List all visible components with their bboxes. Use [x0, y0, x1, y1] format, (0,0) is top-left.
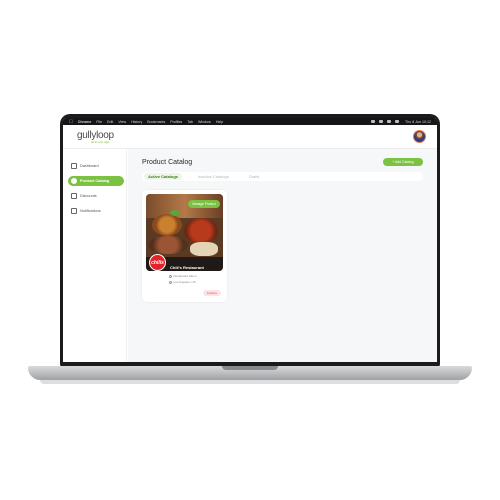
- menubar-item[interactable]: Bookmarks: [147, 120, 165, 124]
- meta-text: Restaurant Menu: [173, 274, 197, 278]
- menubar-status-area: Thu 8 Jun 10:12: [367, 120, 431, 124]
- laptop-shadow: [40, 380, 460, 384]
- sidebar-item-label: Product Catalog: [80, 179, 110, 183]
- grid-icon: [71, 163, 77, 169]
- menu-icon: [169, 274, 172, 278]
- control-center-icon[interactable]: [395, 120, 400, 123]
- menubar-item[interactable]: Edit: [107, 120, 113, 124]
- sidebar-item-discounts[interactable]: Discounts: [68, 191, 124, 201]
- status-badge: Inactive: [203, 290, 221, 296]
- food-image-part: [152, 214, 182, 236]
- tab-active-catalogs[interactable]: Active Catalogs: [144, 173, 183, 180]
- catalog-tabs: Active Catalogs Inactive Catalogs Drafts: [142, 172, 423, 181]
- catalog-meta-location: Los Angeles, US: [169, 280, 196, 284]
- battery-icon[interactable]: [371, 120, 376, 123]
- sidebar-item-label: Dashboard: [80, 164, 99, 168]
- laptop-mockup:  Chrome File Edit View History Bookmark…: [0, 0, 500, 500]
- brand-logo: chilis: [149, 254, 166, 271]
- menubar-item[interactable]: Tab: [187, 120, 193, 124]
- tab-drafts[interactable]: Drafts: [245, 173, 264, 180]
- menubar-item[interactable]: Window: [198, 120, 211, 124]
- laptop-notch: [222, 366, 278, 370]
- sidebar-item-product-catalog[interactable]: Product Catalog: [68, 176, 124, 186]
- menubar-item[interactable]: Profiles: [170, 120, 182, 124]
- apple-icon[interactable]: : [69, 119, 73, 125]
- page-title: Product Catalog: [142, 159, 193, 166]
- sidebar-item-label: Notifications: [80, 209, 101, 213]
- menubar-item[interactable]: View: [118, 120, 126, 124]
- catalog-card[interactable]: Manage Product chilis Chili's Restaurant…: [142, 190, 227, 302]
- catalog-meta-type: Restaurant Menu: [169, 274, 197, 278]
- search-icon[interactable]: [387, 120, 392, 123]
- add-catalog-button[interactable]: + Add Catalog: [383, 158, 423, 166]
- menubar-item[interactable]: Help: [216, 120, 223, 124]
- percent-icon: [71, 193, 77, 199]
- meta-text: Los Angeles, US: [173, 280, 196, 284]
- restaurant-name: Chili's Restaurant: [170, 265, 204, 270]
- sidebar: Dashboard Product Catalog Discounts Noti…: [63, 149, 127, 362]
- app-header: gullyloop all-in-one app: [63, 125, 437, 149]
- menubar-item[interactable]: File: [96, 120, 102, 124]
- menubar-clock: Thu 8 Jun 10:12: [405, 119, 431, 124]
- app-logo[interactable]: gullyloop all-in-one app: [77, 130, 114, 144]
- sidebar-item-label: Discounts: [80, 194, 97, 198]
- wifi-icon[interactable]: [379, 120, 384, 123]
- macos-menubar:  Chrome File Edit View History Bookmark…: [63, 118, 437, 125]
- sidebar-item-notifications[interactable]: Notifications: [68, 206, 124, 216]
- main-content: Product Catalog + Add Catalog Active Cat…: [128, 149, 437, 362]
- catalog-food-image: Manage Product chilis Chili's Restaurant: [146, 194, 223, 271]
- bell-icon: [71, 208, 77, 214]
- food-image-part: [184, 218, 218, 244]
- food-image-part: [148, 236, 188, 254]
- food-image-part: [170, 210, 180, 216]
- tab-inactive-catalogs[interactable]: Inactive Catalogs: [194, 173, 233, 180]
- food-image-part: [190, 242, 218, 256]
- catalog-icon: [71, 178, 77, 184]
- sidebar-item-dashboard[interactable]: Dashboard: [68, 161, 124, 171]
- laptop-screen:  Chrome File Edit View History Bookmark…: [63, 118, 437, 362]
- user-avatar[interactable]: [413, 130, 426, 143]
- location-icon: [169, 280, 172, 284]
- menubar-item[interactable]: Chrome: [78, 120, 92, 124]
- manage-product-badge[interactable]: Manage Product: [188, 200, 220, 208]
- menubar-item[interactable]: History: [131, 120, 142, 124]
